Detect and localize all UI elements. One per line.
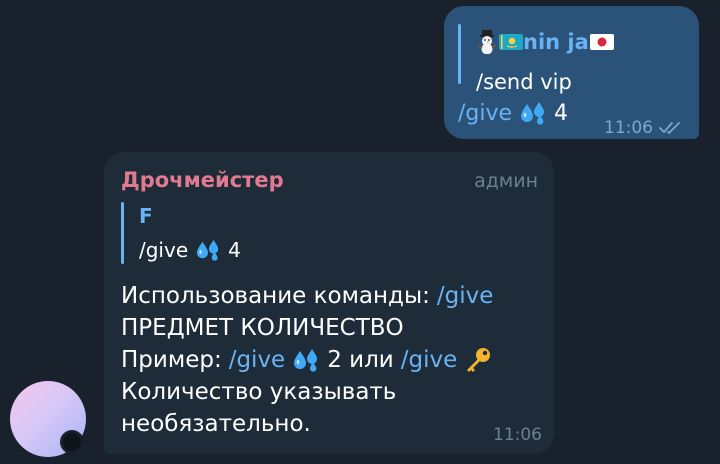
quote-author-name: nin ja bbox=[523, 30, 589, 54]
quote-count: 4 bbox=[228, 238, 241, 262]
droplets-icon bbox=[521, 102, 545, 125]
sender-role-badge: админ bbox=[474, 170, 538, 192]
message-line: Количество указывать bbox=[121, 376, 551, 408]
command-link[interactable]: /give bbox=[458, 101, 512, 126]
message-text: /give 4 bbox=[458, 100, 568, 126]
online-status-dot bbox=[60, 430, 84, 454]
message-line: необязательно. bbox=[121, 408, 551, 440]
quote-bar bbox=[121, 202, 124, 264]
message-count: 4 bbox=[554, 100, 569, 126]
quote-text: /give 4 bbox=[139, 238, 241, 262]
chat-view: nin ja /send vip /give 4 11:06 Дрочмейст… bbox=[0, 0, 720, 464]
quote-author: nin ja bbox=[476, 30, 614, 54]
message-text: Пример: bbox=[121, 347, 222, 373]
droplets-icon bbox=[197, 239, 219, 261]
quote-command: /give bbox=[139, 238, 189, 262]
command-link[interactable]: /give bbox=[229, 344, 286, 376]
command-link[interactable]: /give bbox=[401, 344, 458, 376]
reply-quote[interactable]: nin ja /send vip bbox=[458, 20, 688, 94]
incoming-message-bubble[interactable]: Дрочмейстер админ F /give 4 Использовани… bbox=[104, 152, 554, 454]
message-time: 11:06 bbox=[604, 118, 653, 138]
sender-name[interactable]: Дрочмейстер bbox=[121, 168, 284, 192]
droplets-icon bbox=[294, 349, 318, 372]
kazakhstan-flag-icon bbox=[499, 34, 523, 50]
message-body: Использование команды: /give ПРЕДМЕТ КОЛ… bbox=[121, 280, 551, 440]
snowman-icon bbox=[477, 30, 497, 54]
double-check-icon bbox=[659, 122, 680, 134]
command-link[interactable]: /give bbox=[437, 280, 494, 312]
quote-bar bbox=[458, 24, 461, 84]
message-text: ПРЕДМЕТ КОЛИЧЕСТВО bbox=[121, 315, 404, 341]
message-line: Пример: /give 2 или /give bbox=[121, 344, 551, 376]
message-text: необязательно. bbox=[121, 411, 311, 437]
outgoing-message-bubble[interactable]: nin ja /send vip /give 4 11:06 bbox=[444, 6, 699, 139]
reply-quote[interactable]: F /give 4 bbox=[121, 200, 421, 268]
message-text: Использование команды: bbox=[121, 283, 430, 309]
message-line: ПРЕДМЕТ КОЛИЧЕСТВО bbox=[121, 312, 551, 344]
message-time: 11:06 bbox=[493, 425, 542, 445]
key-icon bbox=[467, 348, 491, 372]
message-line: Использование команды: /give bbox=[121, 280, 551, 312]
quote-author: F bbox=[139, 204, 153, 228]
message-text: 2 или bbox=[327, 347, 394, 373]
message-meta: 11:06 bbox=[604, 118, 685, 138]
quote-text: /send vip bbox=[476, 70, 572, 94]
message-text: Количество указывать bbox=[121, 379, 397, 405]
japan-flag-icon bbox=[589, 34, 614, 50]
